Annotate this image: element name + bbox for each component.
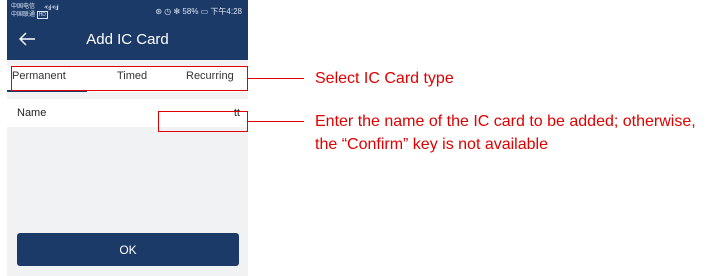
- name-label: Name: [17, 107, 47, 119]
- tabs-highlight-box: [11, 66, 248, 91]
- carrier-2: 中国联通 HD: [11, 11, 48, 19]
- carrier-names: 中国电信 中国联通 HD: [11, 3, 48, 19]
- carrier-2-label: 中国联通: [11, 12, 36, 18]
- carrier-1: 中国电信: [11, 4, 36, 10]
- annotation-enter-name-1: Enter the name of the IC card to be adde…: [315, 113, 696, 130]
- annotation-select-type: Select IC Card type: [315, 70, 454, 87]
- name-highlight-box: [158, 111, 248, 132]
- callout-line-type: [248, 78, 304, 79]
- ok-button[interactable]: OK: [17, 233, 239, 266]
- hd-badge: HD: [36, 11, 48, 19]
- callout-line-name: [248, 121, 304, 122]
- phone-screen: 中国电信 中国联通 HD ⁴⁶.ıl ⁴⁶.ıl ⊛ ◷ ✻ 58% ▭ 下午4…: [7, 0, 248, 276]
- status-right: ⊛ ◷ ✻ 58% ▭ 下午4:28: [155, 7, 242, 16]
- annotation-enter-name-2: the “Confirm” key is not available: [315, 136, 548, 153]
- status-bar: 中国电信 中国联通 HD ⁴⁶.ıl ⁴⁶.ıl ⊛ ◷ ✻ 58% ▭ 下午4…: [7, 0, 248, 22]
- signal-icon: ⁴⁶.ıl ⁴⁶.ıl: [44, 5, 59, 12]
- app-bar: 中国电信 中国联通 HD ⁴⁶.ıl ⁴⁶.ıl ⊛ ◷ ✻ 58% ▭ 下午4…: [7, 0, 248, 60]
- page-title: Add IC Card: [86, 31, 169, 48]
